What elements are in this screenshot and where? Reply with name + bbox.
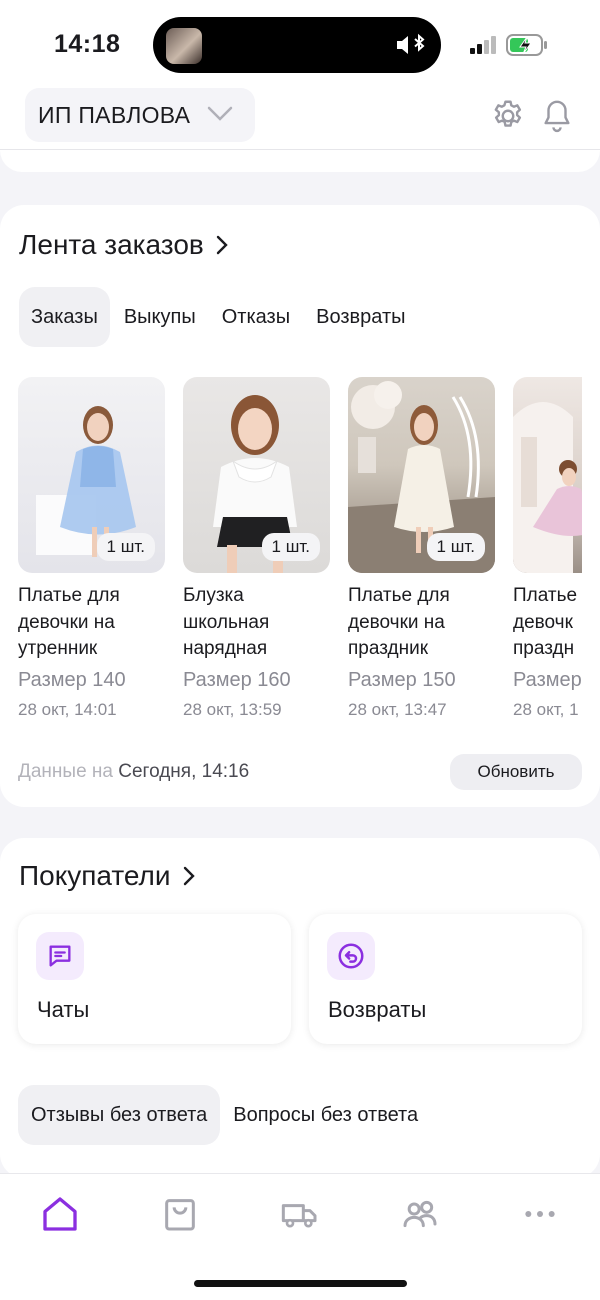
truck-icon[interactable]: [280, 1194, 320, 1234]
updated-value: Сегодня, 14:16: [118, 761, 250, 782]
product-name-line: праздн: [513, 638, 575, 659]
bag-icon[interactable]: [160, 1194, 200, 1234]
return-icon: [338, 943, 364, 969]
status-time: 14:18: [54, 30, 121, 58]
org-name: ИП ПАВЛОВА: [38, 101, 191, 128]
quantity-badge: 1 шт.: [426, 533, 485, 561]
buyers-card: Покупатели Чаты Возвраты Отзывы без отве…: [0, 838, 600, 1178]
chip-unanswered-questions[interactable]: Вопросы без ответа: [220, 1085, 431, 1145]
data-updated-label: Данные на Сегодня, 14:16: [18, 761, 249, 783]
tab-refusals[interactable]: Отказы: [210, 287, 302, 347]
cellular-signal-icon: [470, 36, 496, 54]
product-name-line: девочк: [513, 611, 573, 633]
product-name: Платье для девочки на утренник: [18, 583, 165, 663]
battery-charging-icon: [506, 34, 547, 56]
product-image: 1 шт.: [183, 377, 330, 573]
bottom-navigation: [0, 1173, 600, 1300]
product-name-line: Платье для: [18, 585, 120, 606]
dynamic-island[interactable]: [153, 17, 441, 73]
feedback-chips: Отзывы без ответа Вопросы без ответа: [18, 1085, 431, 1145]
chevron-right-icon: [216, 235, 228, 255]
product-image: 1 шт.: [18, 377, 165, 573]
speaker-bluetooth-icon: [397, 33, 425, 54]
chip-unanswered-reviews[interactable]: Отзывы без ответа: [18, 1085, 221, 1145]
product-size: Размер: [513, 668, 582, 691]
product-image: [513, 377, 582, 573]
orders-tabs: Заказы Выкупы Отказы Возвраты: [19, 287, 419, 347]
status-bar: 14:18: [0, 0, 600, 88]
refresh-button[interactable]: Обновить: [450, 754, 582, 790]
quantity-badge: 1 шт.: [261, 533, 320, 561]
product-image: 1 шт.: [348, 377, 495, 573]
quantity-badge: 1 шт.: [96, 533, 155, 561]
tab-returns[interactable]: Возвраты: [304, 287, 417, 347]
home-icon[interactable]: [40, 1194, 80, 1234]
product-name: Блузка школьная нарядная: [183, 583, 330, 663]
chats-tile[interactable]: Чаты: [18, 914, 291, 1044]
product-name-line: Платье: [513, 585, 578, 606]
orders-feed-card: Лента заказов Заказы Выкупы Отказы Возвр…: [0, 205, 600, 807]
tab-orders[interactable]: Заказы: [19, 287, 110, 347]
order-card[interactable]: Платье девочк праздн Размер 28 окт, 1: [513, 377, 582, 720]
tab-buyouts[interactable]: Выкупы: [112, 287, 208, 347]
order-date: 28 окт, 14:01: [18, 699, 117, 719]
returns-label: Возвраты: [328, 997, 427, 1022]
more-icon[interactable]: [520, 1194, 560, 1234]
order-date: 28 окт, 13:59: [183, 699, 282, 719]
org-selector[interactable]: ИП ПАВЛОВА: [25, 88, 255, 142]
now-playing-artwork: [166, 28, 202, 64]
product-name-line: девочки на: [18, 611, 115, 633]
chevron-right-icon: [183, 866, 195, 886]
chat-icon-wrap: [36, 932, 84, 980]
order-carousel[interactable]: 1 шт. Платье для девочки на утренник Раз…: [18, 377, 582, 727]
order-card[interactable]: 1 шт. Платье для девочки на праздник Раз…: [348, 377, 495, 720]
product-name-line: девочки на: [348, 611, 445, 633]
orders-feed-title: Лента заказов: [19, 229, 204, 260]
product-name: Платье девочк праздн: [513, 583, 582, 663]
order-date: 28 окт, 1: [513, 699, 579, 719]
product-name: Платье для девочки на праздник: [348, 583, 495, 663]
users-icon[interactable]: [400, 1194, 440, 1234]
buyers-title: Покупатели: [19, 860, 171, 891]
girl-pink-dress-illustration: [513, 402, 582, 573]
buyers-title-link[interactable]: Покупатели: [19, 860, 195, 892]
updated-prefix: Данные на: [18, 761, 113, 782]
order-card[interactable]: 1 шт. Блузка школьная нарядная Размер 16…: [183, 377, 330, 720]
gear-icon[interactable]: [490, 98, 526, 134]
product-name-line: Платье для: [348, 585, 450, 606]
header-bottom-strip: [0, 150, 600, 172]
top-header: ИП ПАВЛОВА: [0, 88, 600, 150]
chevron-down-icon: [207, 106, 233, 121]
orders-feed-title-link[interactable]: Лента заказов: [19, 229, 228, 261]
chat-icon: [49, 945, 71, 967]
product-size: Размер 140: [18, 668, 126, 691]
product-name-line: утренник: [18, 638, 98, 659]
order-card[interactable]: 1 шт. Платье для девочки на утренник Раз…: [18, 377, 165, 720]
chats-label: Чаты: [37, 997, 90, 1022]
return-icon-wrap: [327, 932, 375, 980]
product-name-line: праздник: [348, 638, 429, 659]
product-name-line: школьная: [183, 611, 270, 633]
product-name-line: нарядная: [183, 638, 268, 659]
product-size: Размер 150: [348, 668, 456, 691]
returns-tile[interactable]: Возвраты: [309, 914, 582, 1044]
order-date: 28 окт, 13:47: [348, 699, 447, 719]
product-size: Размер 160: [183, 668, 291, 691]
product-name-line: Блузка: [183, 585, 244, 606]
bell-icon[interactable]: [540, 97, 574, 135]
home-indicator[interactable]: [194, 1280, 407, 1287]
